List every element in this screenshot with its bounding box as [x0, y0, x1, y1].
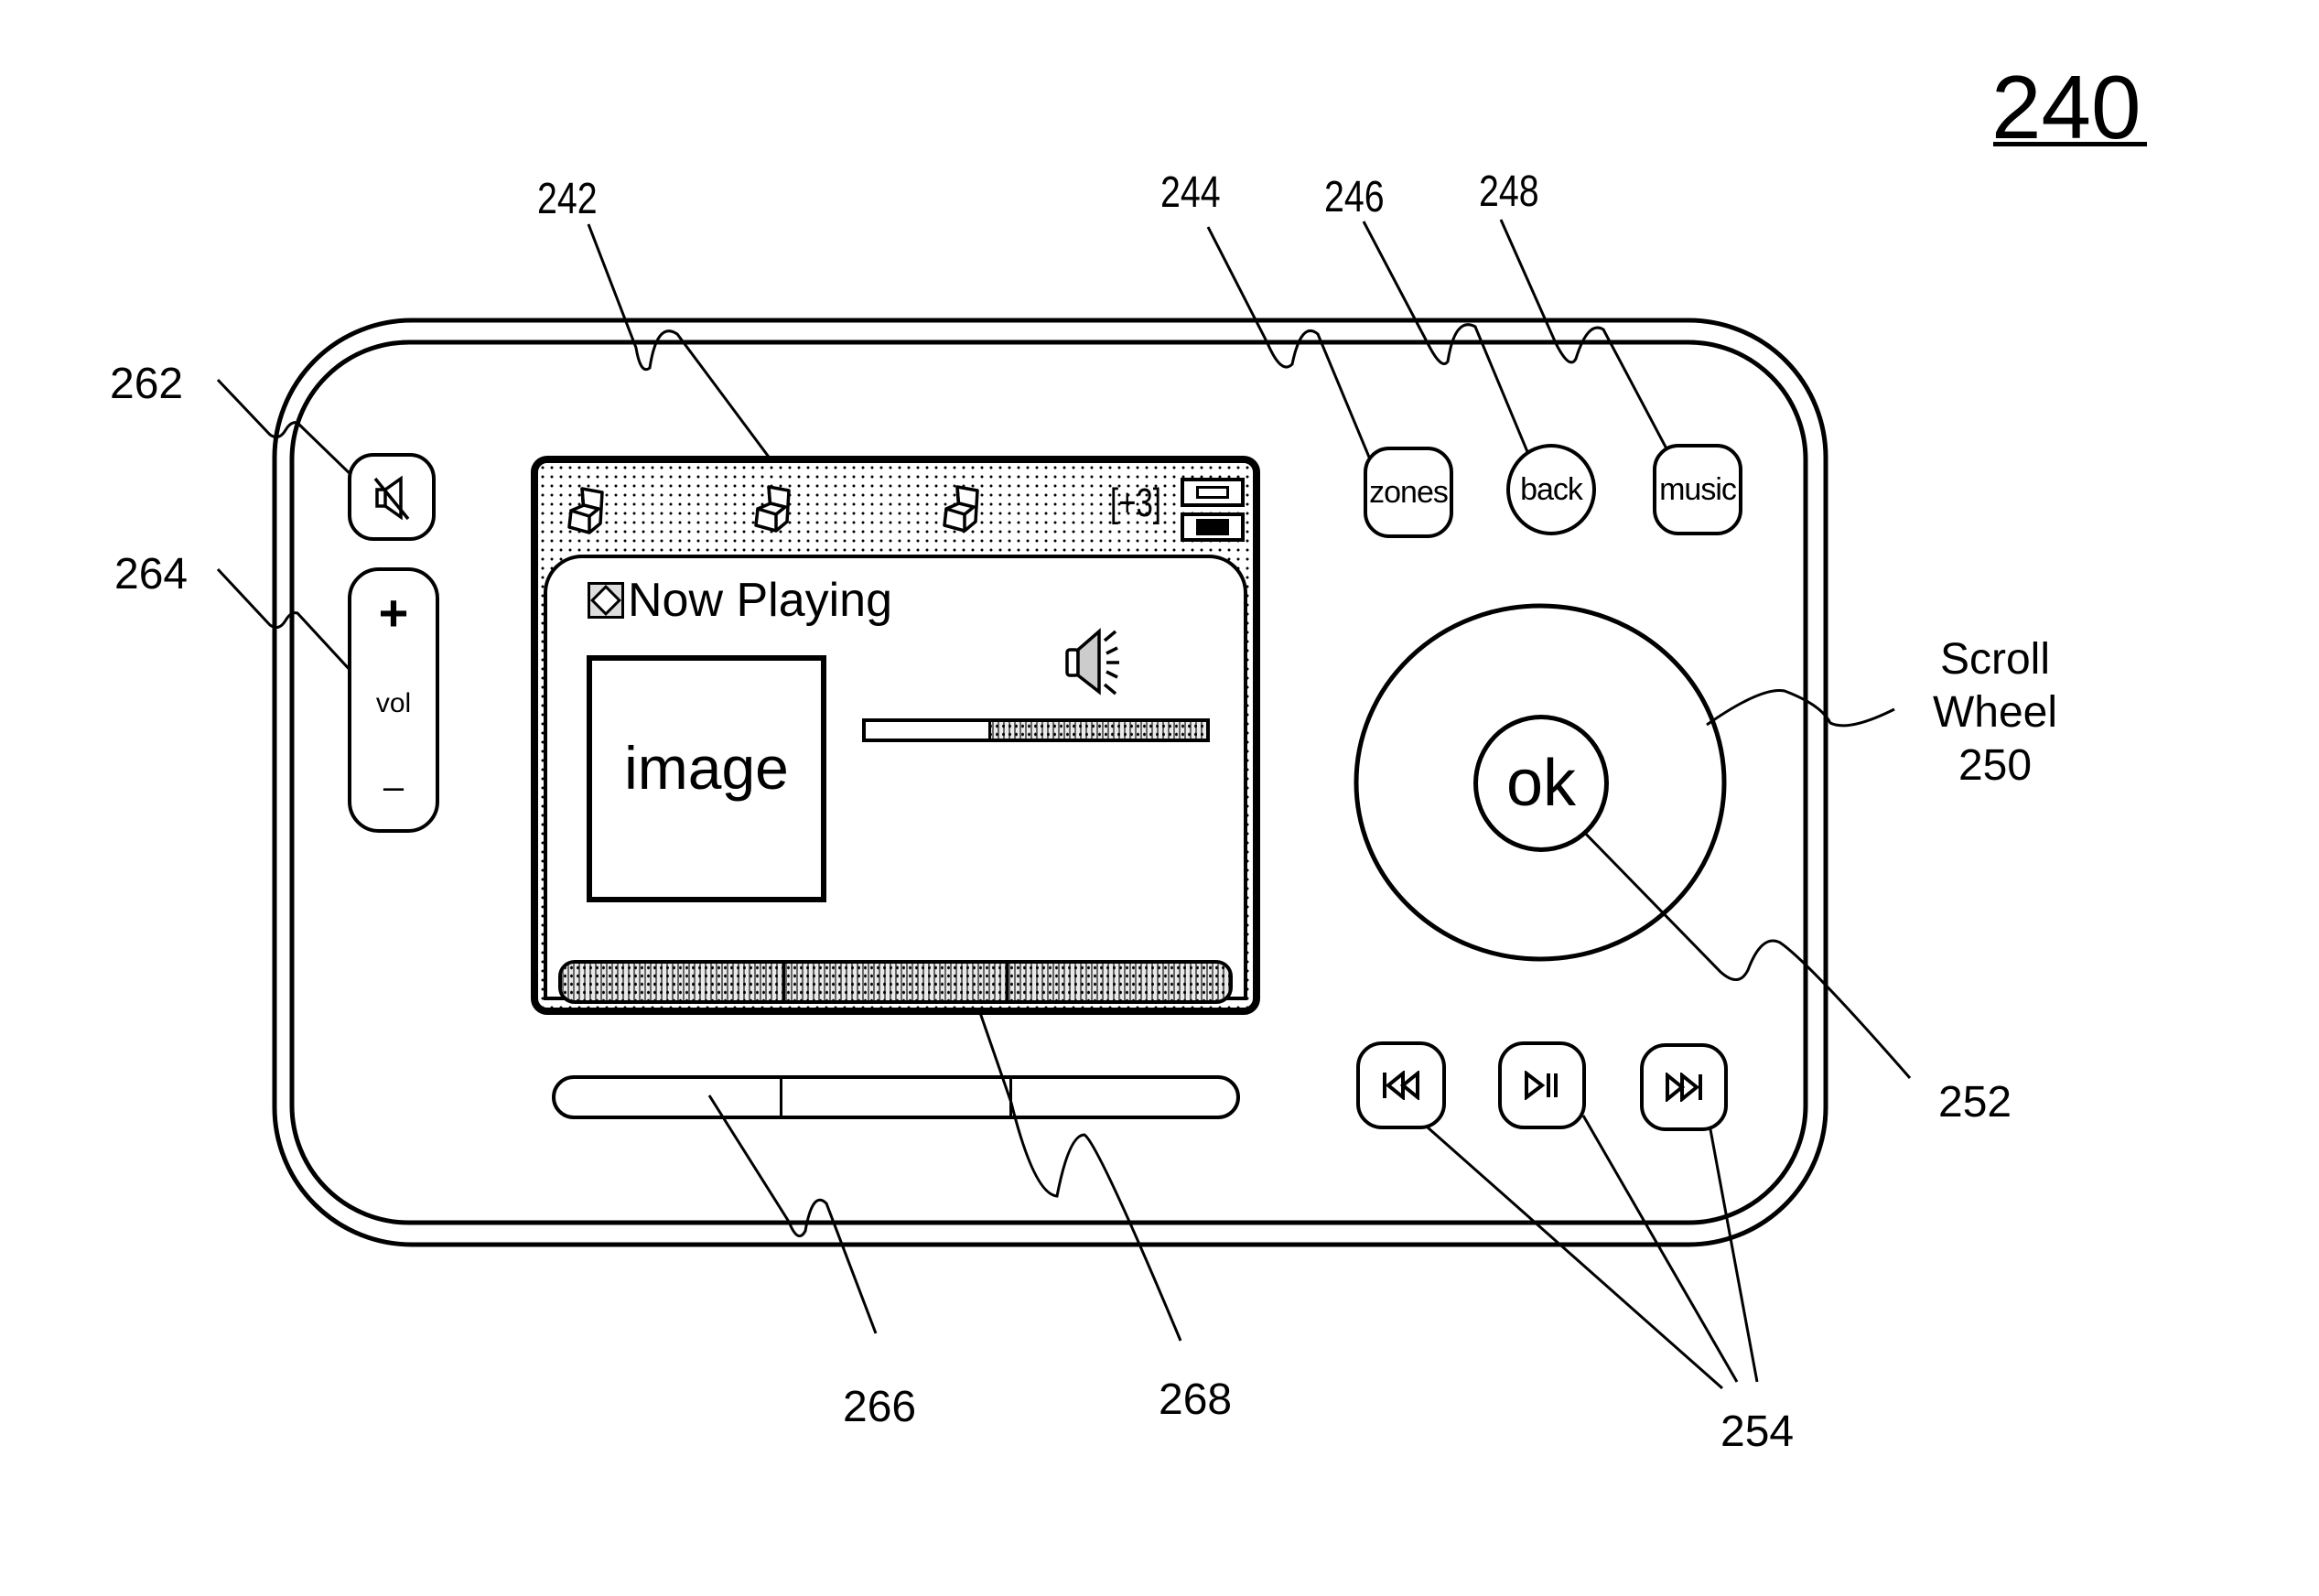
ref-246: 246: [1324, 173, 1385, 221]
ref-266: 266: [843, 1383, 917, 1431]
hardware-softkey-left[interactable]: [555, 1079, 780, 1116]
scroll-wheel-label-line1: Scroll: [1939, 635, 2051, 684]
album-art: image: [587, 655, 826, 902]
screen-softkey-right[interactable]: [1006, 964, 1229, 1000]
status-bar: [+3]: [538, 463, 1253, 555]
next-track-icon: [1666, 1073, 1702, 1102]
zones-button-label: zones: [1369, 474, 1449, 510]
additional-zones-indicator: [+3]: [1110, 480, 1161, 525]
volume-down-button[interactable]: –: [383, 769, 404, 805]
scroll-wheel-label: Scroll Wheel 250: [1922, 633, 2068, 793]
album-art-placeholder-text: image: [624, 734, 789, 802]
ref-254: 254: [1720, 1407, 1795, 1456]
ref-244: 244: [1160, 168, 1221, 217]
mute-button[interactable]: [348, 453, 436, 541]
scroll-wheel-label-line2: Wheel: [1932, 688, 2058, 737]
leader-250: [1706, 688, 1895, 728]
leader-264: [216, 567, 354, 674]
ref-262: 262: [110, 360, 184, 408]
previous-track-button[interactable]: [1356, 1041, 1446, 1129]
now-playing-pane: Now Playing image: [544, 555, 1247, 1000]
back-button[interactable]: back: [1506, 444, 1596, 535]
scroll-wheel-label-line3: 250: [1958, 741, 2033, 790]
play-pause-icon: [1525, 1071, 1558, 1100]
zone-player-icon[interactable]: [749, 481, 804, 536]
zones-button[interactable]: zones: [1364, 447, 1453, 538]
ref-242: 242: [537, 175, 598, 223]
screen-softkey-middle[interactable]: [782, 964, 1006, 1000]
battery-level: [1196, 486, 1229, 499]
figure-number: 240: [1991, 57, 2141, 157]
now-playing-icon: [588, 582, 624, 619]
leader-254-prev: [1427, 1126, 1723, 1390]
volume-rocker: + vol –: [348, 567, 439, 833]
previous-track-icon: [1383, 1071, 1419, 1100]
zone-player-icon[interactable]: [937, 481, 992, 536]
progress-bar[interactable]: [862, 718, 1210, 742]
leader-266: [707, 1095, 878, 1334]
volume-speaker-icon: [1065, 628, 1119, 696]
volume-up-button[interactable]: +: [379, 588, 409, 639]
progress-fill: [866, 722, 991, 739]
ref-248: 248: [1479, 167, 1539, 216]
display-screen: [+3] Now Playing image: [531, 456, 1260, 1015]
music-button[interactable]: music: [1653, 444, 1742, 535]
volume-label: vol: [375, 688, 412, 718]
ref-264: 264: [114, 550, 189, 598]
leader-246: [1362, 221, 1539, 477]
ok-button-label: ok: [1505, 747, 1577, 820]
music-button-label: music: [1659, 471, 1737, 507]
signal-icon: [1181, 512, 1245, 542]
signal-level: [1196, 519, 1229, 535]
screen-softkey-left[interactable]: [562, 964, 782, 1000]
zone-player-icon[interactable]: [562, 483, 617, 538]
leader-252: [1570, 818, 1912, 1079]
scroll-wheel-ring[interactable]: [1364, 613, 1446, 696]
ok-button[interactable]: ok: [1473, 715, 1609, 852]
ref-252: 252: [1938, 1078, 2012, 1127]
screen-softkey-bar: [558, 960, 1233, 1004]
play-pause-button[interactable]: [1498, 1041, 1586, 1129]
figure-number-underline: [1993, 142, 2147, 146]
battery-icon: [1181, 478, 1245, 507]
leader-268: [976, 1004, 1182, 1342]
hardware-softkey-middle[interactable]: [780, 1079, 1009, 1116]
hardware-softkey-right[interactable]: [1008, 1079, 1236, 1116]
now-playing-title: Now Playing: [628, 574, 893, 627]
ref-268: 268: [1159, 1375, 1233, 1424]
mute-speaker-icon: [373, 475, 410, 521]
hardware-softkey-strip: [552, 1075, 1240, 1119]
back-button-label: back: [1520, 471, 1583, 507]
next-track-button[interactable]: [1640, 1043, 1728, 1131]
